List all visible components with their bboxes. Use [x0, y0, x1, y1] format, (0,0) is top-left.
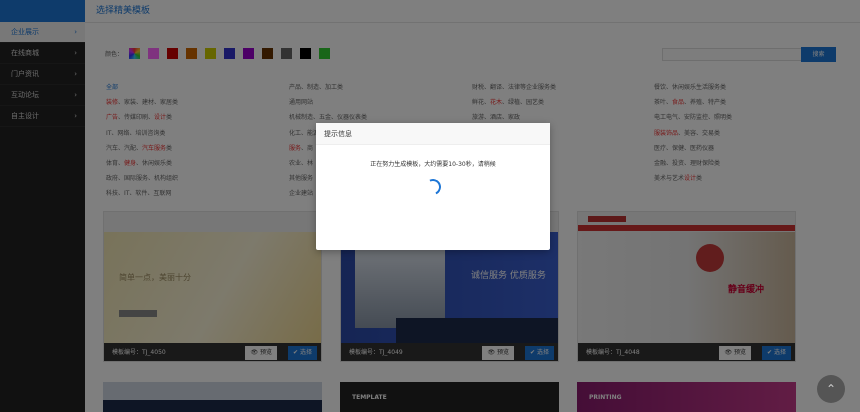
loading-spinner-icon: [423, 177, 444, 198]
dialog-title: 提示信息: [316, 123, 550, 145]
chevron-up-icon: ⌃: [826, 382, 836, 396]
loading-dialog: 提示信息 正在努力生成模板，大约需要10-30秒，请稍候: [316, 123, 550, 250]
scroll-top-button[interactable]: ⌃: [817, 375, 845, 403]
dialog-message: 正在努力生成模板，大约需要10-30秒，请稍候: [316, 159, 550, 168]
